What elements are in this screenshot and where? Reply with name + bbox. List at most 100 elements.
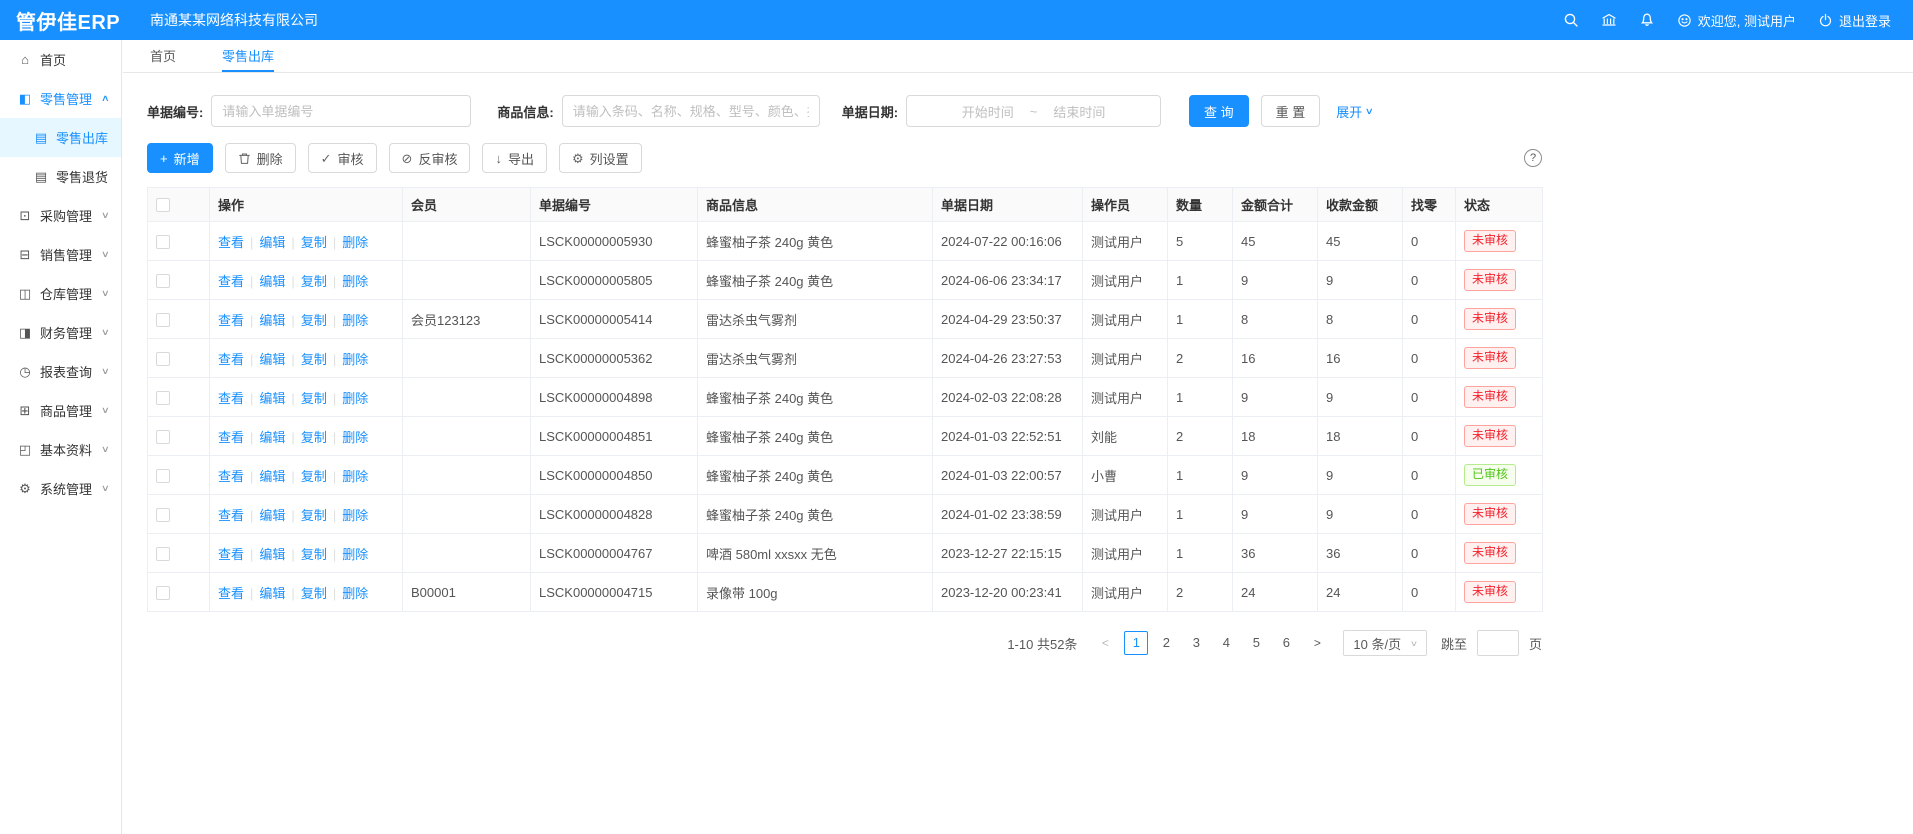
row-action-copy[interactable]: 复制 — [301, 313, 327, 328]
row-action-delete[interactable]: 删除 — [342, 586, 368, 601]
row-action-delete[interactable]: 删除 — [342, 313, 368, 328]
unaudit-button[interactable]: ⊘ 反审核 — [389, 143, 471, 173]
date-range-input[interactable]: 开始时间 ~ 结束时间 — [906, 95, 1161, 127]
row-action-view[interactable]: 查看 — [218, 430, 244, 445]
prev-page-button[interactable]: < — [1093, 636, 1117, 650]
row-checkbox[interactable] — [156, 508, 170, 522]
jump-input[interactable] — [1477, 630, 1519, 656]
page-number-1[interactable]: 1 — [1124, 631, 1148, 655]
help-icon[interactable]: ? — [1524, 149, 1542, 167]
row-action-view[interactable]: 查看 — [218, 508, 244, 523]
row-action-copy[interactable]: 复制 — [301, 274, 327, 289]
search-icon[interactable] — [1563, 12, 1579, 28]
select-all-checkbox[interactable] — [156, 198, 170, 212]
tab-home[interactable]: 首页 — [150, 40, 176, 72]
row-action-view[interactable]: 查看 — [218, 235, 244, 250]
sidebar-item-goods[interactable]: ⊞ 商品管理 ∨ — [0, 391, 121, 430]
row-action-copy[interactable]: 复制 — [301, 586, 327, 601]
row-action-view[interactable]: 查看 — [218, 547, 244, 562]
sidebar-item-sales[interactable]: ⊟ 销售管理 ∨ — [0, 235, 121, 274]
sidebar-item-retail-outbound[interactable]: ▤ 零售出库 — [0, 118, 121, 157]
col-header-actions: 操作 — [210, 188, 403, 222]
bank-icon[interactable] — [1601, 12, 1617, 28]
sidebar-item-finance[interactable]: ◨ 财务管理 ∨ — [0, 313, 121, 352]
row-action-copy[interactable]: 复制 — [301, 352, 327, 367]
row-action-edit[interactable]: 编辑 — [259, 547, 285, 562]
sidebar-item-reports[interactable]: ◷ 报表查询 ∨ — [0, 352, 121, 391]
product-info-input[interactable] — [562, 95, 820, 127]
page-number-3[interactable]: 3 — [1184, 631, 1208, 655]
row-checkbox[interactable] — [156, 430, 170, 444]
row-action-view[interactable]: 查看 — [218, 313, 244, 328]
page-size-select[interactable]: 10 条/页 ∨ — [1343, 630, 1427, 656]
row-action-view[interactable]: 查看 — [218, 274, 244, 289]
logout-button[interactable]: 退出登录 — [1818, 11, 1891, 30]
add-button[interactable]: + 新增 — [147, 143, 213, 173]
row-action-delete[interactable]: 删除 — [342, 547, 368, 562]
row-action-copy[interactable]: 复制 — [301, 508, 327, 523]
col-header-qty: 数量 — [1168, 188, 1233, 222]
row-action-view[interactable]: 查看 — [218, 352, 244, 367]
row-action-delete[interactable]: 删除 — [342, 274, 368, 289]
row-action-edit[interactable]: 编辑 — [259, 508, 285, 523]
row-action-copy[interactable]: 复制 — [301, 547, 327, 562]
row-checkbox[interactable] — [156, 352, 170, 366]
column-settings-button[interactable]: ⚙ 列设置 — [559, 143, 642, 173]
row-action-edit[interactable]: 编辑 — [259, 391, 285, 406]
row-action-edit[interactable]: 编辑 — [259, 469, 285, 484]
sidebar-item-home[interactable]: ⌂ 首页 — [0, 40, 121, 79]
row-action-delete[interactable]: 删除 — [342, 391, 368, 406]
row-checkbox[interactable] — [156, 586, 170, 600]
page-number-5[interactable]: 5 — [1244, 631, 1268, 655]
search-button[interactable]: 查 询 — [1189, 95, 1249, 127]
row-action-copy[interactable]: 复制 — [301, 430, 327, 445]
row-action-edit[interactable]: 编辑 — [259, 430, 285, 445]
sidebar-item-basic-data[interactable]: ◰ 基本资料 ∨ — [0, 430, 121, 469]
row-checkbox[interactable] — [156, 274, 170, 288]
row-action-edit[interactable]: 编辑 — [259, 235, 285, 250]
cell-product: 蜂蜜柚子茶 240g 黄色 — [698, 378, 933, 417]
delete-button[interactable]: 删除 — [225, 143, 296, 173]
page-number-4[interactable]: 4 — [1214, 631, 1238, 655]
export-button[interactable]: ↓ 导出 — [482, 143, 547, 173]
expand-link[interactable]: 展开 ∨ — [1336, 102, 1373, 121]
row-action-delete[interactable]: 删除 — [342, 469, 368, 484]
row-checkbox[interactable] — [156, 313, 170, 327]
row-action-delete[interactable]: 删除 — [342, 352, 368, 367]
row-action-copy[interactable]: 复制 — [301, 469, 327, 484]
cell-received: 8 — [1318, 300, 1403, 339]
row-action-copy[interactable]: 复制 — [301, 235, 327, 250]
row-action-edit[interactable]: 编辑 — [259, 313, 285, 328]
page-number-2[interactable]: 2 — [1154, 631, 1178, 655]
tab-retail-outbound[interactable]: 零售出库 — [222, 40, 274, 72]
sidebar-item-label: 财务管理 — [40, 323, 92, 342]
row-checkbox[interactable] — [156, 391, 170, 405]
sidebar-item-retail[interactable]: ◧ 零售管理 ∧ — [0, 79, 121, 118]
row-action-view[interactable]: 查看 — [218, 586, 244, 601]
reset-button[interactable]: 重 置 — [1261, 95, 1321, 127]
row-action-copy[interactable]: 复制 — [301, 391, 327, 406]
row-action-delete[interactable]: 删除 — [342, 508, 368, 523]
row-checkbox[interactable] — [156, 235, 170, 249]
row-action-delete[interactable]: 删除 — [342, 430, 368, 445]
bill-no-input[interactable] — [211, 95, 471, 127]
audit-button[interactable]: ✓ 审核 — [308, 143, 377, 173]
row-checkbox[interactable] — [156, 469, 170, 483]
row-action-edit[interactable]: 编辑 — [259, 352, 285, 367]
welcome-user[interactable]: 欢迎您, 测试用户 — [1677, 11, 1796, 30]
row-action-edit[interactable]: 编辑 — [259, 586, 285, 601]
sidebar-item-warehouse[interactable]: ◫ 仓库管理 ∨ — [0, 274, 121, 313]
sidebar-item-system[interactable]: ⚙ 系统管理 ∨ — [0, 469, 121, 508]
page-number-6[interactable]: 6 — [1274, 631, 1298, 655]
row-checkbox[interactable] — [156, 547, 170, 561]
cell-amount: 9 — [1233, 456, 1318, 495]
bell-icon[interactable] — [1639, 12, 1655, 28]
row-action-delete[interactable]: 删除 — [342, 235, 368, 250]
sidebar-item-retail-return[interactable]: ▤ 零售退货 — [0, 157, 121, 196]
row-action-edit[interactable]: 编辑 — [259, 274, 285, 289]
row-action-view[interactable]: 查看 — [218, 469, 244, 484]
sidebar-item-purchase[interactable]: ⊡ 采购管理 ∨ — [0, 196, 121, 235]
pager-pages: 123456 — [1121, 631, 1301, 655]
row-action-view[interactable]: 查看 — [218, 391, 244, 406]
next-page-button[interactable]: > — [1305, 636, 1329, 650]
